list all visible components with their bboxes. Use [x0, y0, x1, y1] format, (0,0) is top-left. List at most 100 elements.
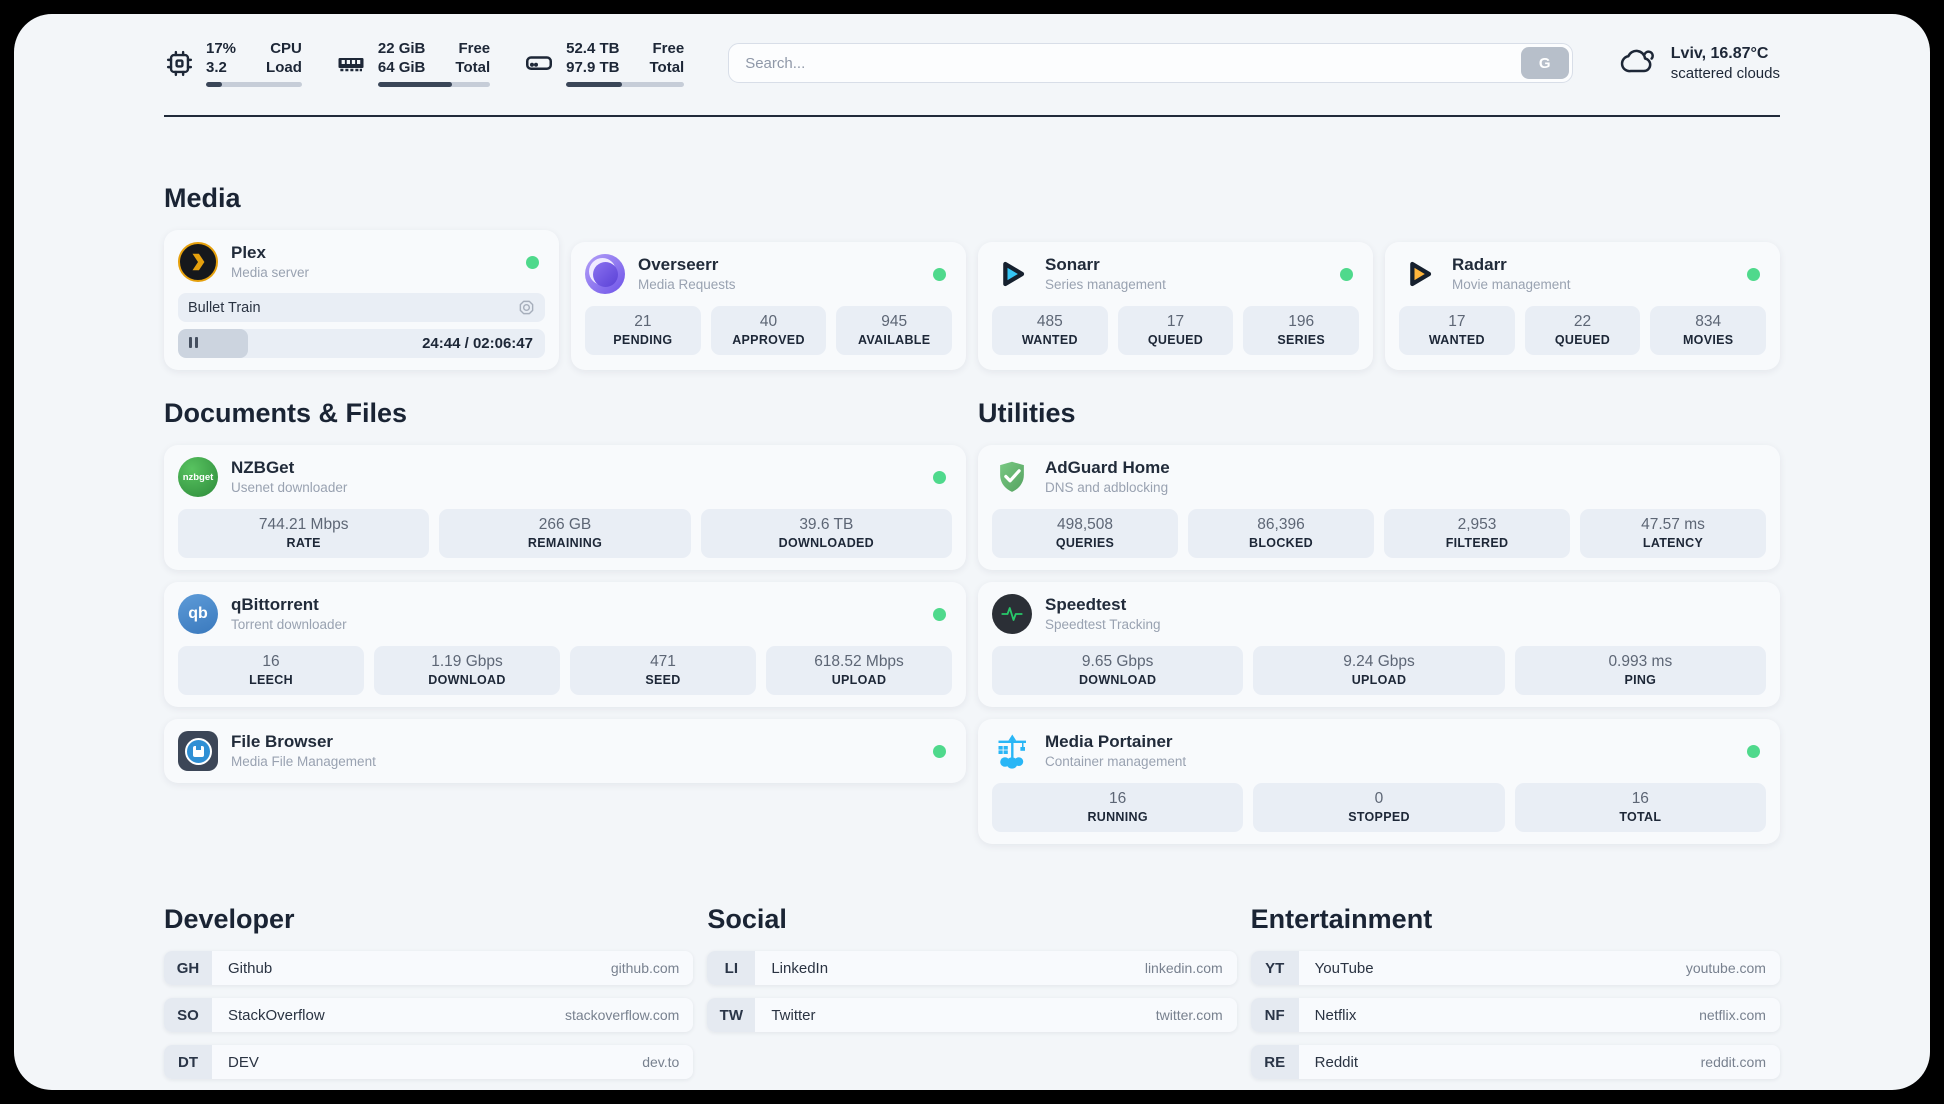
- cpu-stat-widget: 17% CPU 3.2 Load: [164, 39, 302, 87]
- service-subtitle: Media File Management: [231, 754, 376, 769]
- status-dot-online: [526, 255, 539, 269]
- service-card-filebrowser[interactable]: File Browser Media File Management: [164, 719, 966, 783]
- search-input[interactable]: [729, 44, 1521, 82]
- bookmark-abbr: TW: [707, 998, 756, 1032]
- section-title-media: Media: [164, 183, 241, 213]
- sonarr-icon: [992, 254, 1032, 294]
- bookmark-dev[interactable]: DT DEV dev.to: [164, 1045, 694, 1079]
- status-dot-online: [933, 267, 946, 281]
- service-card-sonarr[interactable]: Sonarr Series management 485 WANTED 17 Q…: [978, 242, 1373, 370]
- service-subtitle: Series management: [1045, 277, 1166, 292]
- service-subtitle: Media Requests: [638, 277, 736, 292]
- stat-box: 16 RUNNING: [992, 783, 1244, 832]
- stat-box: 22 QUEUED: [1524, 306, 1641, 355]
- bookmark-abbr: RE: [1250, 1045, 1299, 1079]
- service-name: AdGuard Home: [1045, 458, 1170, 477]
- documents-section: Documents & Files nzbget NZBGet Usenet d…: [164, 398, 966, 783]
- stat-box: 9.65 Gbps DOWNLOAD: [992, 646, 1244, 695]
- stat-box: 16 TOTAL: [1514, 783, 1766, 832]
- stat-box: 39.6 TB DOWNLOADED: [700, 509, 952, 558]
- service-subtitle: Usenet downloader: [231, 480, 348, 495]
- disk-total-value: 97.9 TB: [566, 59, 620, 76]
- player-progress-fill: [178, 329, 248, 358]
- bookmark-name: DEV: [228, 1053, 259, 1071]
- status-dot-online: [1747, 744, 1760, 758]
- bookmark-netflix[interactable]: NF Netflix netflix.com: [1250, 998, 1780, 1032]
- disk-icon: [524, 48, 554, 78]
- dashboard-page: 17% CPU 3.2 Load 22 GiB Free 64 GiB Tota…: [14, 14, 1930, 1090]
- now-playing-row: Bullet Train: [178, 293, 545, 322]
- ram-icon: [336, 48, 366, 78]
- entertainment-section: Entertainment YT YouTube youtube.com NF …: [1250, 904, 1780, 1090]
- status-dot-online: [933, 744, 946, 758]
- memory-progress-bar: [377, 82, 491, 87]
- qbittorrent-icon: qb: [178, 594, 218, 634]
- bookmark-name: Github: [228, 959, 273, 977]
- now-playing-title: Bullet Train: [188, 299, 261, 316]
- service-name: Sonarr: [1045, 255, 1100, 274]
- bookmark-stackoverflow[interactable]: SO StackOverflow stackoverflow.com: [164, 998, 694, 1032]
- service-card-speedtest[interactable]: Speedtest Speedtest Tracking 9.65 Gbps D…: [978, 582, 1780, 707]
- bookmark-linkedin[interactable]: LI LinkedIn linkedin.com: [707, 951, 1237, 985]
- developer-section: Developer GH Github github.com SO StackO…: [164, 904, 694, 1090]
- memory-total-value: 64 GiB: [377, 59, 426, 76]
- service-card-qbittorrent[interactable]: qb qBittorrent Torrent downloader 16 LEE…: [164, 582, 966, 707]
- section-title-utilities: Utilities: [978, 398, 1076, 428]
- service-card-overseerr[interactable]: Overseerr Media Requests 21 PENDING 40 A…: [571, 242, 966, 370]
- stat-box: 834 MOVIES: [1650, 306, 1767, 355]
- bookmark-github[interactable]: GH Github github.com: [164, 951, 694, 985]
- weather-location: Lviv, 16.87°C: [1670, 44, 1769, 62]
- nzbget-icon: nzbget: [178, 457, 218, 497]
- plex-icon: [178, 242, 218, 282]
- service-subtitle: DNS and adblocking: [1045, 480, 1169, 495]
- section-title-social: Social: [707, 904, 787, 934]
- media-section: Plex Media server Bullet Train 24:44 / 0…: [164, 230, 1780, 370]
- service-subtitle: Speedtest Tracking: [1045, 617, 1161, 632]
- disk-stat-widget: 52.4 TB Free 97.9 TB Total: [524, 39, 685, 87]
- bookmark-name: Twitter: [771, 1006, 816, 1024]
- bookmark-abbr: SO: [164, 998, 212, 1032]
- cpu-progress-bar: [206, 82, 302, 87]
- bookmark-name: Reddit: [1314, 1053, 1359, 1071]
- stat-box: 485 WANTED: [992, 306, 1108, 355]
- search-provider-button[interactable]: G: [1520, 47, 1569, 79]
- stat-box: 17 QUEUED: [1117, 306, 1234, 355]
- bookmark-url: netflix.com: [1699, 1007, 1766, 1023]
- bookmark-url: twitter.com: [1155, 1007, 1223, 1023]
- pause-icon[interactable]: [189, 335, 201, 353]
- section-title-developer: Developer: [164, 904, 295, 934]
- bookmark-name: Netflix: [1314, 1006, 1357, 1024]
- bookmark-name: StackOverflow: [228, 1006, 325, 1024]
- search-bar: G: [728, 43, 1573, 83]
- social-section: Social LI LinkedIn linkedin.com TW Twitt…: [707, 904, 1237, 1090]
- service-card-radarr[interactable]: Radarr Movie management 17 WANTED 22 QUE…: [1385, 242, 1780, 370]
- status-dot-online: [1340, 267, 1353, 281]
- stat-box: 9.24 Gbps UPLOAD: [1253, 646, 1505, 695]
- service-card-plex[interactable]: Plex Media server Bullet Train 24:44 / 0…: [164, 230, 559, 370]
- service-card-nzbget[interactable]: nzbget NZBGet Usenet downloader 744.21 M…: [164, 445, 966, 570]
- stat-box: 17 WANTED: [1399, 306, 1515, 355]
- service-card-portainer[interactable]: Media Portainer Container management 16 …: [978, 719, 1780, 844]
- service-subtitle: Container management: [1045, 754, 1187, 769]
- bookmark-url: reddit.com: [1700, 1054, 1766, 1070]
- disk-progress-bar: [566, 82, 685, 87]
- overseerr-icon: [585, 254, 625, 294]
- speedtest-icon: [992, 594, 1032, 634]
- status-dot-online: [933, 470, 946, 484]
- bookmark-youtube[interactable]: YT YouTube youtube.com: [1250, 951, 1780, 985]
- bookmark-url: linkedin.com: [1144, 960, 1223, 976]
- memory-stat-widget: 22 GiB Free 64 GiB Total: [336, 39, 491, 87]
- stat-box: 47.57 ms LATENCY: [1580, 509, 1766, 558]
- service-card-adguard[interactable]: AdGuard Home DNS and adblocking 498,508 …: [978, 445, 1780, 570]
- service-name: NZBGet: [231, 458, 295, 477]
- section-title-entertainment: Entertainment: [1250, 904, 1433, 934]
- bookmark-reddit[interactable]: RE Reddit reddit.com: [1250, 1045, 1780, 1079]
- bookmark-name: YouTube: [1314, 959, 1374, 977]
- bookmark-url: youtube.com: [1685, 960, 1766, 976]
- stat-box: 498,508 QUERIES: [992, 509, 1178, 558]
- service-name: Plex: [231, 243, 266, 262]
- stat-box: 471 SEED: [570, 646, 756, 695]
- adguard-icon: [992, 457, 1032, 497]
- bookmark-twitter[interactable]: TW Twitter twitter.com: [707, 998, 1237, 1032]
- player-time: 24:44 / 02:06:47: [422, 335, 533, 352]
